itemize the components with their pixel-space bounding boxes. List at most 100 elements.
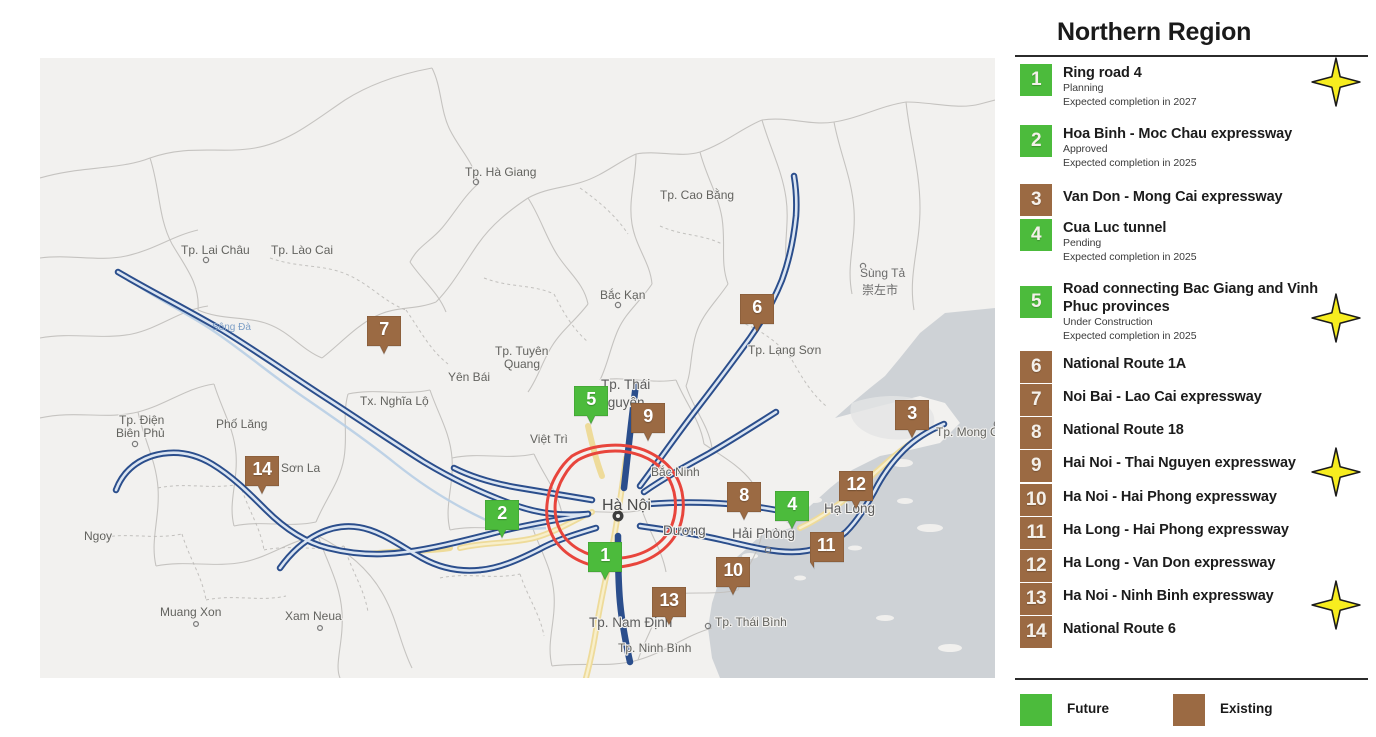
map-label: Xam Neua bbox=[285, 609, 342, 623]
legend-item-status: Pending bbox=[1063, 237, 1323, 251]
map-label: Sùng Tả bbox=[860, 266, 905, 280]
map-marker-number: 10 bbox=[716, 560, 750, 581]
map-label: Sơn La bbox=[281, 461, 321, 475]
legend-sidebar: Northern Region 1Ring road 4PlanningExpe… bbox=[1005, 0, 1376, 737]
legend-item-name: Ha Noi - Hai Phong expressway bbox=[1063, 488, 1323, 506]
map-marker-number: 11 bbox=[809, 535, 843, 556]
map-label: Phố Lăng bbox=[216, 417, 267, 431]
map-label: Hà Nội bbox=[602, 497, 651, 514]
map-marker-8[interactable]: 8 bbox=[727, 482, 761, 524]
legend-item-completion: Expected completion in 2025 bbox=[1063, 157, 1323, 171]
key-swatch-existing bbox=[1173, 694, 1205, 726]
map-marker-number: 13 bbox=[652, 590, 686, 611]
map-infographic: Tp. Hà Giang Tp. Cao Bằng Tp. Lai Châu Tp. … bbox=[0, 0, 1376, 737]
legend-badge-6: 6 bbox=[1020, 351, 1052, 383]
map-label: 崇左市 bbox=[862, 282, 898, 297]
legend-badge-1: 1 bbox=[1020, 64, 1052, 96]
map-label: Ngoy bbox=[84, 529, 112, 543]
legend-text-block: National Route 18 bbox=[1063, 421, 1323, 439]
map-label: Bắc Ninh bbox=[651, 464, 700, 479]
page-title: Northern Region bbox=[1057, 18, 1251, 47]
map-marker-12[interactable]: 12 bbox=[839, 471, 873, 513]
legend-item-completion: Expected completion in 2027 bbox=[1063, 96, 1323, 110]
legend-badge-11: 11 bbox=[1020, 517, 1052, 549]
map-marker-6[interactable]: 6 bbox=[740, 294, 774, 336]
legend-text-block: Noi Bai - Lao Cai expressway bbox=[1063, 388, 1323, 406]
legend-badge-12: 12 bbox=[1020, 550, 1052, 582]
legend-item-name: Ha Noi - Ninh Binh expressway bbox=[1063, 587, 1323, 605]
legend-item-name: National Route 1A bbox=[1063, 355, 1323, 373]
map-label: Muang Xon bbox=[160, 605, 221, 619]
map-label: Tp. Ninh Bình bbox=[618, 641, 691, 655]
legend-item-status: Planning bbox=[1063, 82, 1323, 96]
map-marker-5[interactable]: 5 bbox=[574, 386, 608, 428]
legend-item-completion: Expected completion in 2025 bbox=[1063, 330, 1323, 344]
map-marker-3[interactable]: 3 bbox=[895, 400, 929, 442]
legend-item-name: National Route 18 bbox=[1063, 421, 1323, 439]
map-marker-2[interactable]: 2 bbox=[485, 500, 519, 542]
map-marker-number: 14 bbox=[245, 459, 279, 480]
legend-text-block: Hai Noi - Thai Nguyen expressway bbox=[1063, 454, 1323, 472]
legend-text-block: Van Don - Mong Cai expressway bbox=[1063, 188, 1323, 206]
map-marker-number: 7 bbox=[367, 319, 401, 340]
map-panel[interactable]: Tp. Hà Giang Tp. Cao Bằng Tp. Lai Châu Tp. … bbox=[40, 58, 995, 678]
legend-badge-4: 4 bbox=[1020, 219, 1052, 251]
map-marker-9[interactable]: 9 bbox=[631, 403, 665, 445]
legend-text-block: Cua Luc tunnelPendingExpected completion… bbox=[1063, 219, 1323, 264]
map-label: Tp. Cao Bằng bbox=[660, 187, 734, 202]
legend-item-name: Ha Long - Van Don expressway bbox=[1063, 554, 1323, 572]
legend-item-name: Cua Luc tunnel bbox=[1063, 219, 1323, 237]
map-label: Yên Bái bbox=[448, 370, 490, 384]
legend-item-status: Under Construction bbox=[1063, 316, 1323, 330]
legend-badge-9: 9 bbox=[1020, 450, 1052, 482]
map-label: Tp. Thái Bình bbox=[715, 615, 787, 629]
legend-item-name: Hai Noi - Thai Nguyen expressway bbox=[1063, 454, 1323, 472]
map-marker-number: 8 bbox=[727, 485, 761, 506]
map-marker-number: 12 bbox=[839, 474, 873, 495]
legend-text-block: Ha Long - Hai Phong expressway bbox=[1063, 521, 1323, 539]
legend-item-name: Van Don - Mong Cai expressway bbox=[1063, 188, 1323, 206]
map-marker-number: 1 bbox=[588, 545, 622, 566]
legend-item-name: Ring road 4 bbox=[1063, 64, 1323, 82]
legend-text-block: National Route 1A bbox=[1063, 355, 1323, 373]
key-label-future: Future bbox=[1067, 701, 1109, 716]
map-label: Bắc Kạn bbox=[600, 287, 645, 302]
map-marker-number: 6 bbox=[740, 297, 774, 318]
map-marker-4[interactable]: 4 bbox=[775, 491, 809, 533]
map-label: Tp. Lai Châu bbox=[181, 243, 250, 257]
map-label: Tp. Thái bbox=[601, 377, 650, 392]
map-marker-number: 5 bbox=[574, 389, 608, 410]
legend-text-block: National Route 6 bbox=[1063, 620, 1323, 638]
map-marker-14[interactable]: 14 bbox=[245, 456, 279, 498]
legend-item-completion: Expected completion in 2025 bbox=[1063, 251, 1323, 265]
map-marker-number: 4 bbox=[775, 494, 809, 515]
map-marker-11[interactable]: 11 bbox=[810, 532, 844, 574]
divider-bottom bbox=[1015, 678, 1368, 680]
highlight-star-icon bbox=[1310, 56, 1362, 108]
legend-badge-8: 8 bbox=[1020, 417, 1052, 449]
legend-badge-10: 10 bbox=[1020, 484, 1052, 516]
legend-badge-14: 14 bbox=[1020, 616, 1052, 648]
legend-badge-3: 3 bbox=[1020, 184, 1052, 216]
map-marker-7[interactable]: 7 bbox=[367, 316, 401, 358]
legend-text-block: Hoa Binh - Moc Chau expresswayApprovedEx… bbox=[1063, 125, 1323, 170]
map-label: Dương bbox=[663, 523, 706, 538]
map-label: Sông Đà bbox=[212, 322, 251, 333]
map-label: Tp. Lạng Sơn bbox=[748, 343, 821, 357]
map-marker-number: 2 bbox=[485, 503, 519, 524]
map-marker-10[interactable]: 10 bbox=[716, 557, 750, 599]
map-label: Tx. Nghĩa Lộ bbox=[360, 394, 429, 408]
legend-text-block: Ring road 4PlanningExpected completion i… bbox=[1063, 64, 1323, 109]
map-label: Tp. Hà Giang bbox=[465, 165, 536, 179]
map-label: Quang bbox=[504, 357, 540, 371]
legend-badge-2: 2 bbox=[1020, 125, 1052, 157]
legend-text-block: Road connecting Bac Giang and Vinh Phuc … bbox=[1063, 280, 1323, 343]
legend-item-name: Noi Bai - Lao Cai expressway bbox=[1063, 388, 1323, 406]
legend-item-name: National Route 6 bbox=[1063, 620, 1323, 638]
map-marker-1[interactable]: 1 bbox=[588, 542, 622, 584]
legend-item-name: Hoa Binh - Moc Chau expressway bbox=[1063, 125, 1323, 143]
map-marker-number: 3 bbox=[895, 403, 929, 424]
map-marker-13[interactable]: 13 bbox=[652, 587, 686, 629]
map-label: Việt Trì bbox=[530, 432, 568, 446]
legend-item-name: Road connecting Bac Giang and Vinh Phuc … bbox=[1063, 280, 1323, 316]
